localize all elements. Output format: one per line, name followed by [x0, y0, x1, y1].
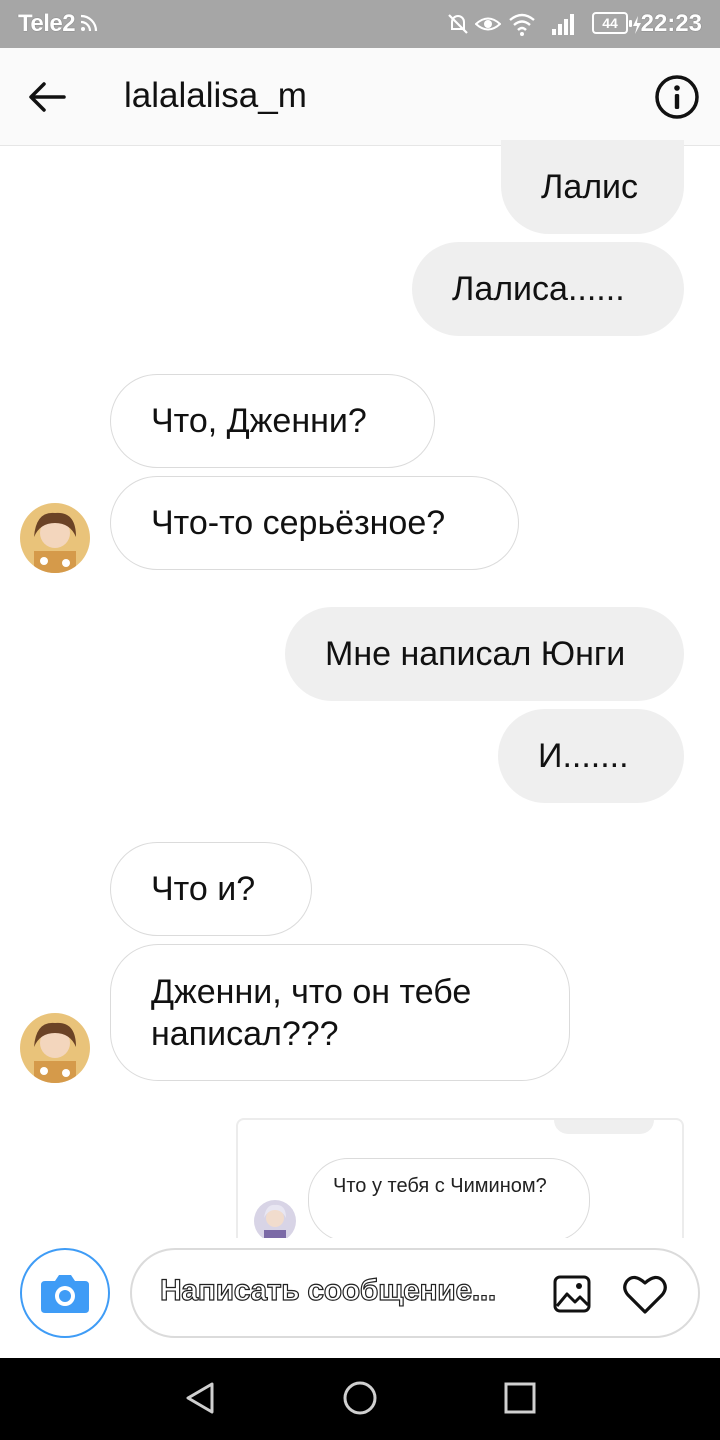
- avatar-photo: [20, 503, 90, 573]
- message-composer: Написать сообщение...: [0, 1238, 720, 1358]
- eye-icon: [475, 17, 501, 31]
- home-nav-icon[interactable]: [342, 1380, 378, 1416]
- chat-username[interactable]: lalalalisa_m: [124, 76, 307, 116]
- battery-icon: 44: [592, 12, 632, 34]
- message-text: Лалис: [541, 168, 639, 206]
- message-bubble-outgoing[interactable]: Лалис: [501, 140, 684, 234]
- message-bubble-outgoing[interactable]: Лалиса......: [412, 242, 684, 336]
- avatar-photo: [254, 1200, 296, 1240]
- message-text: Мне написал Юнги: [325, 635, 626, 673]
- shared-screenshot[interactable]: Что у тебя с Чимином?: [236, 1118, 684, 1240]
- mute-icon: [448, 14, 468, 34]
- message-text: Что, Дженни?: [151, 402, 367, 440]
- message-bubble-incoming[interactable]: Что-то серьёзное?: [110, 476, 519, 570]
- heart-icon[interactable]: [622, 1272, 668, 1316]
- message-bubble-outgoing[interactable]: Мне написал Юнги: [285, 607, 684, 701]
- shared-bubble-fragment: [554, 1120, 654, 1134]
- signal-icon: [552, 14, 574, 35]
- message-text: Лалиса......: [452, 270, 625, 308]
- shared-message-bubble: Что у тебя с Чимином?: [308, 1158, 590, 1240]
- system-nav-bar: [0, 1358, 720, 1440]
- avatar-photo: [20, 1013, 90, 1083]
- status-bar: Tele2 44 22:23: [0, 0, 720, 48]
- contact-avatar[interactable]: [20, 503, 90, 573]
- message-bubble-incoming[interactable]: Дженни, что он тебе написал???: [110, 944, 570, 1081]
- camera-button[interactable]: [20, 1248, 110, 1338]
- message-bubble-outgoing[interactable]: И.......: [498, 709, 684, 803]
- back-nav-icon[interactable]: [182, 1380, 218, 1416]
- camera-icon: [41, 1275, 89, 1313]
- gallery-icon[interactable]: [552, 1274, 592, 1314]
- message-bubble-incoming[interactable]: Что, Дженни?: [110, 374, 435, 468]
- rss-icon: [80, 14, 98, 32]
- message-text: Что-то серьёзное?: [151, 504, 446, 542]
- clock: 22:23: [640, 10, 702, 37]
- message-input-placeholder: Написать сообщение...: [159, 1273, 496, 1307]
- message-text: Что и?: [151, 870, 256, 908]
- chat-header: lalalalisa_m: [0, 48, 720, 146]
- back-arrow-icon[interactable]: [26, 76, 68, 118]
- contact-avatar[interactable]: [20, 1013, 90, 1083]
- message-input[interactable]: Написать сообщение...: [130, 1248, 700, 1338]
- shared-message-text: Что у тебя с Чимином?: [333, 1175, 547, 1197]
- message-text: И.......: [538, 737, 629, 775]
- camera-button-inner: [27, 1255, 103, 1331]
- message-bubble-incoming[interactable]: Что и?: [110, 842, 312, 936]
- shared-avatar: [254, 1200, 296, 1240]
- carrier-label: Tele2: [18, 10, 76, 37]
- wifi-icon: [509, 13, 535, 36]
- info-icon[interactable]: [654, 74, 700, 120]
- recents-nav-icon[interactable]: [503, 1380, 537, 1416]
- message-text: Дженни, что он тебе написал???: [151, 972, 472, 1053]
